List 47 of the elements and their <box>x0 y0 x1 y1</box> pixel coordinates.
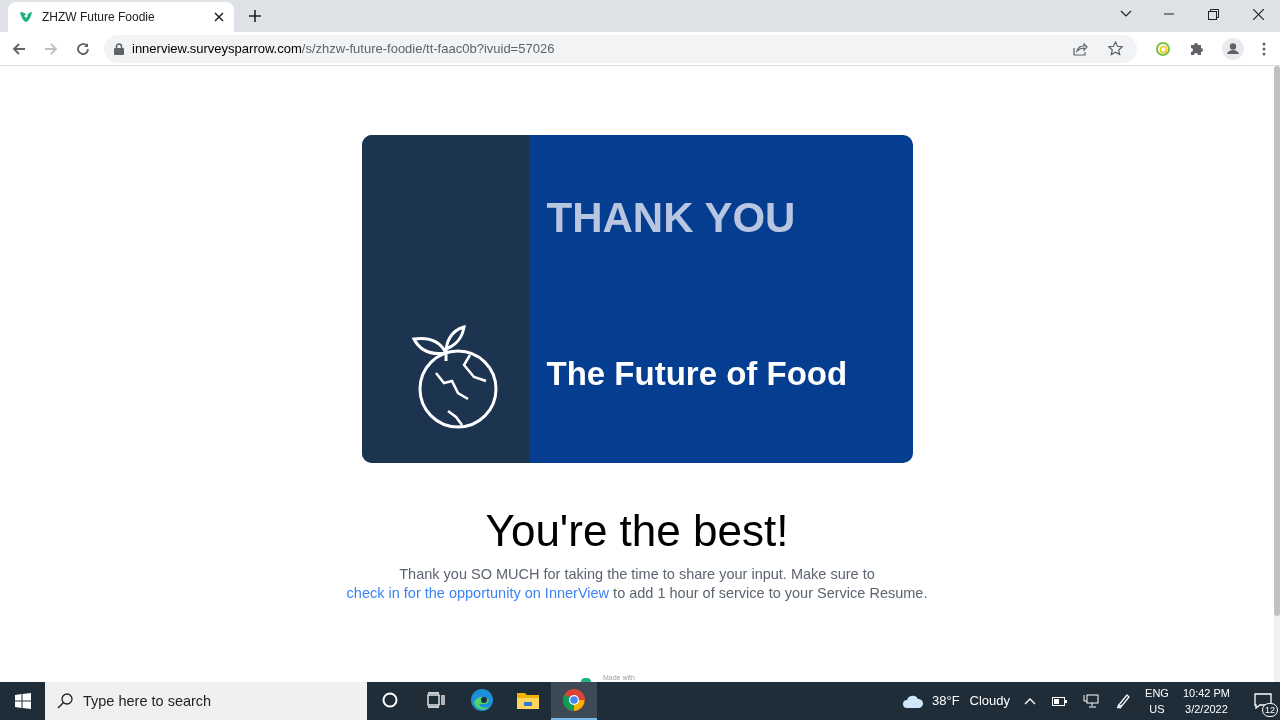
pen-icon[interactable] <box>1115 693 1132 709</box>
thank-you-message: Thank you SO MUCH for taking the time to share your input. Make sure to check in for the opportunity on InnerView to add 1 hour of service to your Service Resume. <box>345 565 929 603</box>
url-text: innerview.surveysparrow.com/s/zhzw-future-foodie/tt-faac0b?ivuid=57026 <box>132 39 556 58</box>
chrome-browser-icon <box>562 688 586 712</box>
notifications-button[interactable]: 12 <box>1246 682 1280 720</box>
logo-icon <box>581 678 591 682</box>
cortana-circle-icon <box>382 692 398 708</box>
clock-date[interactable]: 3/2/2022 <box>1185 701 1228 717</box>
cloud-icon <box>902 694 924 708</box>
taskbar-search-field[interactable]: Type here to search <box>45 682 367 720</box>
new-tab-icon[interactable] <box>248 9 262 23</box>
search-icon <box>57 693 73 709</box>
profile-avatar-icon[interactable] <box>1222 37 1244 60</box>
banner-title: THANK YOU <box>546 197 797 239</box>
more-menu-icon[interactable] <box>1262 41 1266 56</box>
network-icon[interactable] <box>1083 694 1100 708</box>
site-logo-icon <box>18 9 34 25</box>
star-icon[interactable] <box>1108 41 1123 56</box>
opportunity-link[interactable]: check in for the opportunity on InnerView <box>346 585 610 601</box>
weather-condition: Cloudy <box>969 692 1011 711</box>
windows-logo-icon <box>14 693 31 709</box>
close-icon[interactable] <box>1253 8 1264 20</box>
chevron-up-icon[interactable] <box>1024 697 1037 705</box>
back-arrow-icon[interactable] <box>12 41 26 56</box>
language-code[interactable]: ENG <box>1145 685 1169 701</box>
notification-count: 12 <box>1262 703 1278 717</box>
battery-icon[interactable] <box>1052 696 1068 706</box>
task-view-icon <box>427 692 445 708</box>
lock-icon <box>114 42 124 55</box>
scrollbar[interactable] <box>1274 66 1280 682</box>
weather-temperature: 38°F <box>932 692 960 711</box>
chevron-down-icon[interactable] <box>1120 10 1132 18</box>
message-icon <box>1254 693 1272 709</box>
restore-icon[interactable] <box>1208 8 1219 20</box>
share-icon[interactable] <box>1073 41 1088 56</box>
banner-subtitle: The Future of Food <box>546 357 849 390</box>
reload-icon[interactable] <box>76 41 90 56</box>
region-code[interactable]: US <box>1149 701 1165 717</box>
folder-icon <box>516 690 540 710</box>
close-icon[interactable] <box>214 12 224 22</box>
tab-title: ZHZW Future Foodie <box>42 9 156 26</box>
puzzle-icon[interactable] <box>1189 41 1204 56</box>
clock-time[interactable]: 10:42 PM <box>1182 685 1230 701</box>
browser-tab[interactable]: ZHZW Future Foodie <box>8 2 234 32</box>
edge-browser-icon <box>470 688 494 712</box>
heading: You're the best! <box>485 509 789 553</box>
address-bar[interactable]: innerview.surveysparrow.com/s/zhzw-future-foodie/tt-faac0b?ivuid=57026 <box>104 34 1137 63</box>
